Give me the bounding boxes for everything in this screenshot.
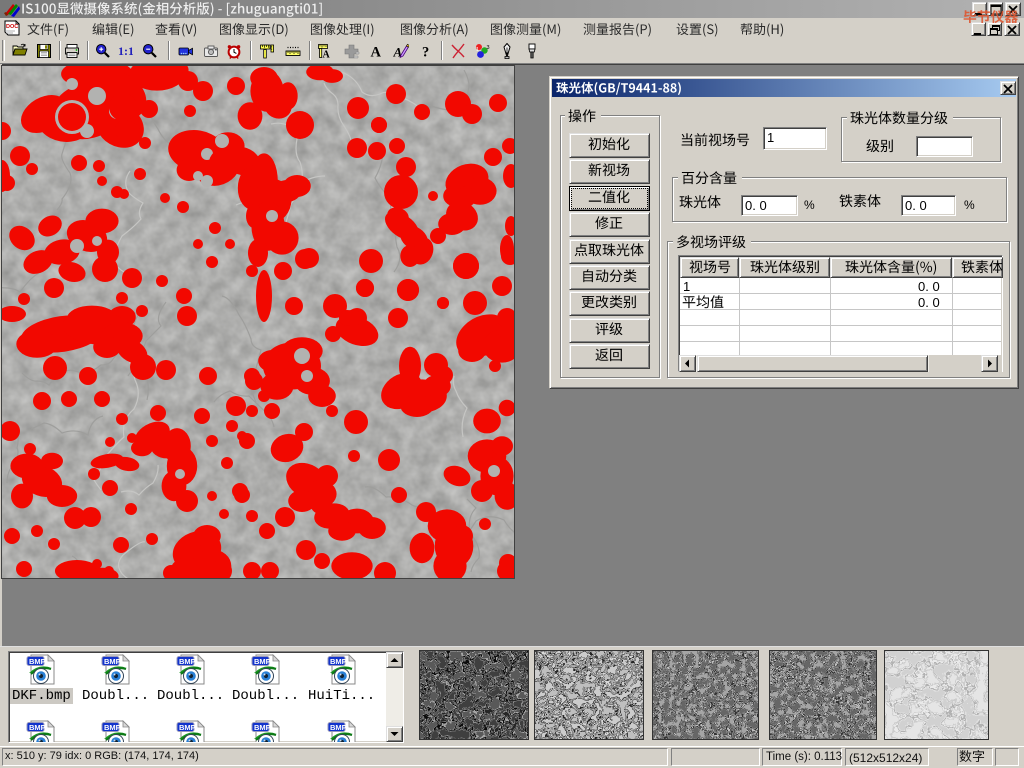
svg-text:BMP: BMP [330,657,347,666]
svg-text:3: 3 [487,45,490,51]
svg-text:BMP: BMP [29,657,46,666]
svg-text:?: ? [422,45,429,60]
svg-text:BMP: BMP [179,657,196,666]
svg-text:A: A [371,45,382,60]
svg-text:1: 1 [476,47,479,53]
svg-text:BMP: BMP [179,723,196,732]
svg-text:BMP: BMP [330,723,347,732]
svg-text:BMP: BMP [104,657,121,666]
svg-text:BMP: BMP [29,723,46,732]
svg-text:DOC: DOC [6,24,18,30]
svg-text:A: A [323,50,331,60]
svg-text:BMP: BMP [254,657,271,666]
svg-text:1:1: 1:1 [118,44,133,58]
svg-text:BMP: BMP [254,723,271,732]
svg-text:BMP: BMP [104,723,121,732]
